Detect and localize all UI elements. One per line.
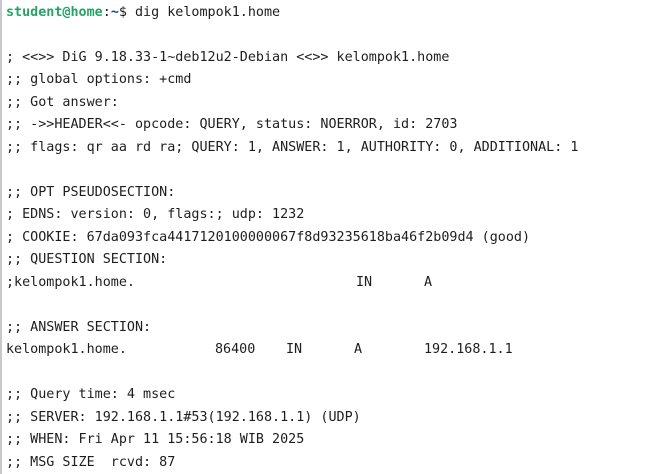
edns-line: ; EDNS: version: 0, flags:; udp: 1232 <box>6 207 305 222</box>
terminal-window[interactable]: student@home:~$ dig kelompok1.home ; <<>… <box>0 0 649 474</box>
when-line: ;; WHEN: Fri Apr 11 15:56:18 WIB 2025 <box>6 432 305 447</box>
question-name: ;kelompok1.home. <box>6 275 135 290</box>
question-record: ;kelompok1.home. IN A <box>6 273 606 293</box>
prompt-user-host: student@home <box>6 5 103 20</box>
answer-address: 192.168.1.1 <box>424 342 513 357</box>
answer-type: A <box>354 342 363 357</box>
prompt-symbol: $ <box>118 5 135 20</box>
command-prompt-line: student@home:~$ dig kelompok1.home <box>6 3 280 23</box>
prompt-separator: : <box>102 5 111 20</box>
got-answer: ;; Got answer: <box>6 95 119 110</box>
prompt-path: ~ <box>110 5 119 20</box>
msg-size-line: ;; MSG SIZE rcvd: 87 <box>6 455 176 470</box>
answer-record: kelompok1.home. 86400 IN A 192.168.1.1 <box>6 340 606 360</box>
global-options: ;; global options: +cmd <box>6 72 192 87</box>
cookie-line: ; COOKIE: 67da093fca4417120100000067f8d9… <box>6 230 531 245</box>
answer-ttl: 86400 <box>215 342 256 357</box>
flags-line: ;; flags: qr aa rd ra; QUERY: 1, ANSWER:… <box>6 140 579 155</box>
answer-section-heading: ;; ANSWER SECTION: <box>6 320 152 335</box>
query-time: ;; Query time: 4 msec <box>6 387 176 402</box>
answer-class: IN <box>286 342 303 357</box>
command-text: dig kelompok1.home <box>135 5 281 20</box>
opt-pseudosection-heading: ;; OPT PSEUDOSECTION: <box>6 185 176 200</box>
dig-banner: ; <<>> DiG 9.18.33-1~deb12u2-Debian <<>>… <box>6 50 450 65</box>
question-type: A <box>424 275 433 290</box>
question-section-heading: ;; QUESTION SECTION: <box>6 252 168 267</box>
answer-name: kelompok1.home. <box>6 342 127 357</box>
header-line: ;; ->>HEADER<<- opcode: QUERY, status: N… <box>6 117 458 132</box>
server-line: ;; SERVER: 192.168.1.1#53(192.168.1.1) (… <box>6 410 361 425</box>
question-class: IN <box>356 275 373 290</box>
